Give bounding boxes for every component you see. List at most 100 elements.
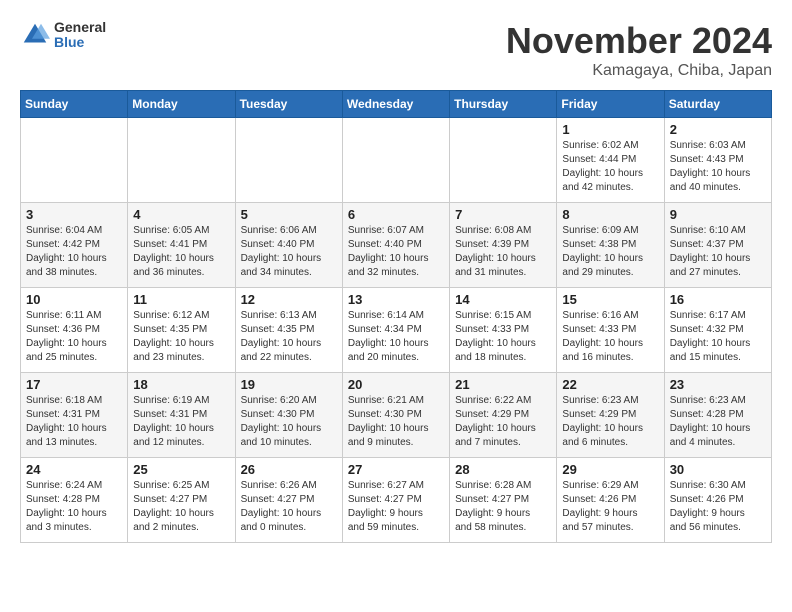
calendar-cell	[21, 118, 128, 203]
day-number: 6	[348, 207, 444, 222]
day-info: Sunrise: 6:23 AM Sunset: 4:28 PM Dayligh…	[670, 394, 766, 450]
calendar-week-row: 1 Sunrise: 6:02 AM Sunset: 4:44 PM Daylig…	[21, 118, 772, 203]
day-info: Sunrise: 6:21 AM Sunset: 4:30 PM Dayligh…	[348, 394, 444, 450]
day-number: 3	[26, 207, 122, 222]
day-number: 24	[26, 462, 122, 477]
day-info: Sunrise: 6:16 AM Sunset: 4:33 PM Dayligh…	[562, 309, 658, 365]
calendar-cell: 26 Sunrise: 6:26 AM Sunset: 4:27 PM Dayli…	[235, 458, 342, 543]
day-info: Sunrise: 6:13 AM Sunset: 4:35 PM Dayligh…	[241, 309, 337, 365]
calendar-week-row: 17 Sunrise: 6:18 AM Sunset: 4:31 PM Dayli…	[21, 373, 772, 458]
day-number: 12	[241, 292, 337, 307]
calendar-week-row: 10 Sunrise: 6:11 AM Sunset: 4:36 PM Dayli…	[21, 288, 772, 373]
day-info: Sunrise: 6:03 AM Sunset: 4:43 PM Dayligh…	[670, 139, 766, 195]
calendar-week-row: 24Sunrise: 6:24 AM Sunset: 4:28 PM Dayli…	[21, 458, 772, 543]
day-info: Sunrise: 6:14 AM Sunset: 4:34 PM Dayligh…	[348, 309, 444, 365]
calendar-cell	[128, 118, 235, 203]
calendar-cell	[450, 118, 557, 203]
weekday-header-row: SundayMondayTuesdayWednesdayThursdayFrid…	[21, 91, 772, 118]
day-info: Sunrise: 6:19 AM Sunset: 4:31 PM Dayligh…	[133, 394, 229, 450]
location: Kamagaya, Chiba, Japan	[506, 62, 772, 80]
calendar-cell: 8 Sunrise: 6:09 AM Sunset: 4:38 PM Daylig…	[557, 203, 664, 288]
calendar-cell: 2 Sunrise: 6:03 AM Sunset: 4:43 PM Daylig…	[664, 118, 771, 203]
page-header: General Blue November 2024 Kamagaya, Chi…	[20, 20, 772, 80]
calendar-cell: 6 Sunrise: 6:07 AM Sunset: 4:40 PM Daylig…	[342, 203, 449, 288]
day-number: 7	[455, 207, 551, 222]
day-info: Sunrise: 6:30 AM Sunset: 4:26 PM Dayligh…	[670, 479, 766, 535]
calendar-cell: 27Sunrise: 6:27 AM Sunset: 4:27 PM Dayli…	[342, 458, 449, 543]
calendar-cell: 15 Sunrise: 6:16 AM Sunset: 4:33 PM Dayli…	[557, 288, 664, 373]
day-info: Sunrise: 6:08 AM Sunset: 4:39 PM Dayligh…	[455, 224, 551, 280]
day-number: 17	[26, 377, 122, 392]
day-number: 18	[133, 377, 229, 392]
day-info: Sunrise: 6:11 AM Sunset: 4:36 PM Dayligh…	[26, 309, 122, 365]
calendar-cell: 18 Sunrise: 6:19 AM Sunset: 4:31 PM Dayli…	[128, 373, 235, 458]
day-info: Sunrise: 6:07 AM Sunset: 4:40 PM Dayligh…	[348, 224, 444, 280]
calendar-cell: 29 Sunrise: 6:29 AM Sunset: 4:26 PM Dayli…	[557, 458, 664, 543]
day-number: 26	[241, 462, 337, 477]
day-number: 14	[455, 292, 551, 307]
logo-general: General	[54, 20, 106, 35]
calendar-cell: 28Sunrise: 6:28 AM Sunset: 4:27 PM Dayli…	[450, 458, 557, 543]
day-number: 23	[670, 377, 766, 392]
day-number: 10	[26, 292, 122, 307]
calendar-cell: 23 Sunrise: 6:23 AM Sunset: 4:28 PM Dayli…	[664, 373, 771, 458]
weekday-header: Thursday	[450, 91, 557, 118]
month-title: November 2024	[506, 20, 772, 62]
day-info: Sunrise: 6:02 AM Sunset: 4:44 PM Dayligh…	[562, 139, 658, 195]
weekday-header: Friday	[557, 91, 664, 118]
calendar-cell	[342, 118, 449, 203]
day-info: Sunrise: 6:22 AM Sunset: 4:29 PM Dayligh…	[455, 394, 551, 450]
day-number: 8	[562, 207, 658, 222]
calendar-cell: 17 Sunrise: 6:18 AM Sunset: 4:31 PM Dayli…	[21, 373, 128, 458]
weekday-header: Tuesday	[235, 91, 342, 118]
day-info: Sunrise: 6:26 AM Sunset: 4:27 PM Dayligh…	[241, 479, 337, 535]
calendar-cell: 30Sunrise: 6:30 AM Sunset: 4:26 PM Dayli…	[664, 458, 771, 543]
day-info: Sunrise: 6:29 AM Sunset: 4:26 PM Dayligh…	[562, 479, 658, 535]
calendar-cell: 7 Sunrise: 6:08 AM Sunset: 4:39 PM Daylig…	[450, 203, 557, 288]
day-info: Sunrise: 6:09 AM Sunset: 4:38 PM Dayligh…	[562, 224, 658, 280]
day-number: 13	[348, 292, 444, 307]
calendar-cell: 4Sunrise: 6:05 AM Sunset: 4:41 PM Daylig…	[128, 203, 235, 288]
calendar-cell: 20Sunrise: 6:21 AM Sunset: 4:30 PM Dayli…	[342, 373, 449, 458]
logo-icon	[20, 20, 50, 50]
calendar-cell: 9 Sunrise: 6:10 AM Sunset: 4:37 PM Daylig…	[664, 203, 771, 288]
calendar-cell: 1 Sunrise: 6:02 AM Sunset: 4:44 PM Daylig…	[557, 118, 664, 203]
title-section: November 2024 Kamagaya, Chiba, Japan	[506, 20, 772, 80]
calendar-cell: 21 Sunrise: 6:22 AM Sunset: 4:29 PM Dayli…	[450, 373, 557, 458]
calendar-week-row: 3Sunrise: 6:04 AM Sunset: 4:42 PM Daylig…	[21, 203, 772, 288]
day-number: 22	[562, 377, 658, 392]
logo: General Blue	[20, 20, 106, 51]
day-number: 15	[562, 292, 658, 307]
weekday-header: Saturday	[664, 91, 771, 118]
day-number: 28	[455, 462, 551, 477]
day-number: 29	[562, 462, 658, 477]
weekday-header: Wednesday	[342, 91, 449, 118]
day-number: 1	[562, 122, 658, 137]
day-info: Sunrise: 6:10 AM Sunset: 4:37 PM Dayligh…	[670, 224, 766, 280]
day-info: Sunrise: 6:20 AM Sunset: 4:30 PM Dayligh…	[241, 394, 337, 450]
day-info: Sunrise: 6:12 AM Sunset: 4:35 PM Dayligh…	[133, 309, 229, 365]
day-info: Sunrise: 6:25 AM Sunset: 4:27 PM Dayligh…	[133, 479, 229, 535]
day-number: 4	[133, 207, 229, 222]
day-info: Sunrise: 6:18 AM Sunset: 4:31 PM Dayligh…	[26, 394, 122, 450]
calendar-cell: 16Sunrise: 6:17 AM Sunset: 4:32 PM Dayli…	[664, 288, 771, 373]
calendar-cell: 25Sunrise: 6:25 AM Sunset: 4:27 PM Dayli…	[128, 458, 235, 543]
calendar-cell: 22Sunrise: 6:23 AM Sunset: 4:29 PM Dayli…	[557, 373, 664, 458]
weekday-header: Monday	[128, 91, 235, 118]
calendar-cell: 12 Sunrise: 6:13 AM Sunset: 4:35 PM Dayli…	[235, 288, 342, 373]
calendar-cell: 19Sunrise: 6:20 AM Sunset: 4:30 PM Dayli…	[235, 373, 342, 458]
weekday-header: Sunday	[21, 91, 128, 118]
day-number: 21	[455, 377, 551, 392]
day-number: 11	[133, 292, 229, 307]
calendar-cell	[235, 118, 342, 203]
day-info: Sunrise: 6:15 AM Sunset: 4:33 PM Dayligh…	[455, 309, 551, 365]
logo-text: General Blue	[54, 20, 106, 51]
logo-blue: Blue	[54, 35, 106, 50]
day-number: 27	[348, 462, 444, 477]
day-info: Sunrise: 6:17 AM Sunset: 4:32 PM Dayligh…	[670, 309, 766, 365]
day-info: Sunrise: 6:06 AM Sunset: 4:40 PM Dayligh…	[241, 224, 337, 280]
calendar-cell: 13 Sunrise: 6:14 AM Sunset: 4:34 PM Dayli…	[342, 288, 449, 373]
day-number: 5	[241, 207, 337, 222]
day-number: 2	[670, 122, 766, 137]
day-number: 9	[670, 207, 766, 222]
